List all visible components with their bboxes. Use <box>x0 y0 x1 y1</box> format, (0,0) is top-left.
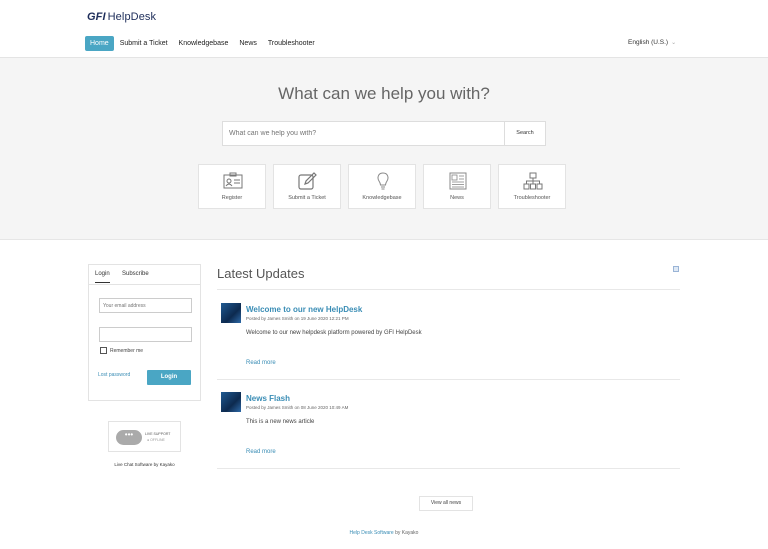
login-button[interactable]: Login <box>147 370 191 385</box>
news-title[interactable]: News Flash <box>246 394 290 403</box>
footer-suffix: by Kayako <box>393 530 419 536</box>
news-thumbnail <box>221 392 241 412</box>
news-body: Welcome to our new helpdesk platform pow… <box>246 330 422 336</box>
lightbulb-icon <box>377 172 389 190</box>
nav-news[interactable]: News <box>234 36 262 51</box>
news-body: This is a new news article <box>246 419 315 425</box>
nav-knowledgebase[interactable]: Knowledgebase <box>174 36 234 51</box>
password-field[interactable] <box>99 327 192 342</box>
tile-label: Submit a Ticket <box>288 195 326 201</box>
register-card-icon <box>223 172 243 189</box>
language-label: English (U.S.) <box>628 39 669 46</box>
tile-troubleshooter[interactable]: Troubleshooter <box>498 164 566 209</box>
logo-word: HelpDesk <box>107 11 157 23</box>
divider <box>217 379 680 380</box>
tile-label: Register <box>221 195 243 201</box>
tile-news[interactable]: News <box>423 164 491 209</box>
tile-label: News <box>450 195 464 201</box>
news-thumbnail <box>221 303 241 323</box>
live-support-label: LIVE SUPPORT <box>145 432 171 436</box>
nav-troubleshooter[interactable]: Troubleshooter <box>263 36 320 51</box>
tab-subscribe[interactable]: Subscribe <box>122 271 149 277</box>
logo-prefix: GFI <box>87 11 106 23</box>
lost-password-link[interactable]: Lost password <box>98 372 130 378</box>
main-nav: Home Submit a Ticket Knowledgebase News … <box>85 36 321 51</box>
remember-me-checkbox[interactable] <box>100 347 107 354</box>
read-more-link[interactable]: Read more <box>246 449 276 455</box>
sitemap-icon <box>523 172 543 190</box>
live-chat-credit[interactable]: Live Chat Software by Kayako <box>88 462 201 467</box>
remember-me-label: Remember me <box>110 348 144 354</box>
news-posted: Posted by James Smith on 08 June 2020 10… <box>246 405 349 410</box>
chat-bubble-icon: ••• <box>116 430 142 445</box>
email-field[interactable] <box>99 298 192 313</box>
search-input[interactable] <box>222 121 504 146</box>
chevron-down-icon: ⌄ <box>671 40 677 46</box>
live-chat-badge[interactable]: ••• LIVE SUPPORT ● OFFLINE <box>108 421 181 452</box>
news-title[interactable]: Welcome to our new HelpDesk <box>246 305 362 314</box>
login-tabs: Login Subscribe <box>89 265 200 285</box>
rss-icon[interactable] <box>673 266 679 272</box>
live-support-status: ● OFFLINE <box>147 438 165 442</box>
login-panel: Login Subscribe Remember me Lost passwor… <box>88 264 201 401</box>
divider <box>217 289 680 290</box>
tile-label: Troubleshooter <box>513 195 551 201</box>
hero-title: What can we help you with? <box>278 84 490 103</box>
nav-home[interactable]: Home <box>85 36 114 51</box>
read-more-link[interactable]: Read more <box>246 360 276 366</box>
updates-title: Latest Updates <box>217 266 305 281</box>
tab-login[interactable]: Login <box>95 271 110 283</box>
tile-label: Knowledgebase <box>362 195 402 201</box>
quick-links: Register Submit a Ticket Knowledgebase N… <box>198 164 573 209</box>
edit-icon <box>298 172 317 190</box>
footer: Help Desk Software by Kayako <box>0 530 768 536</box>
footer-link[interactable]: Help Desk Software <box>350 530 394 536</box>
nav-submit-ticket[interactable]: Submit a Ticket <box>115 36 173 51</box>
tile-submit-ticket[interactable]: Submit a Ticket <box>273 164 341 209</box>
view-all-news-button[interactable]: View all news <box>419 496 473 511</box>
tile-knowledgebase[interactable]: Knowledgebase <box>348 164 416 209</box>
search-button[interactable]: Search <box>504 121 546 146</box>
tile-register[interactable]: Register <box>198 164 266 209</box>
header: GFI HelpDesk Home Submit a Ticket Knowled… <box>0 0 768 58</box>
language-selector[interactable]: English (U.S.) ⌄ <box>628 39 676 46</box>
divider <box>217 468 680 469</box>
news-posted: Posted by James Smith on 19 June 2020 12… <box>246 316 349 321</box>
newspaper-icon <box>449 172 467 190</box>
logo[interactable]: GFI HelpDesk <box>87 11 156 23</box>
hero-section: What can we help you with? Search Regist… <box>0 58 768 240</box>
